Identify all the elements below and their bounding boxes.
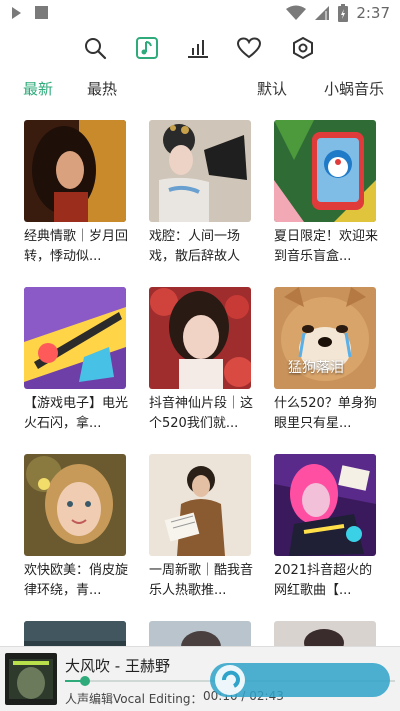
playlist-cover	[24, 287, 126, 389]
battery-icon	[338, 4, 349, 22]
category-tabs: 最新 最热 默认 小蜗音乐	[0, 70, 400, 106]
top-icon-bar	[0, 28, 400, 68]
tab-latest[interactable]: 最新	[23, 78, 53, 99]
heart-icon[interactable]	[235, 34, 263, 62]
playlist-cover	[149, 120, 251, 222]
playlist-card[interactable]: 抖音神仙片段｜这个520我们就...	[149, 287, 254, 434]
watermark-logo	[210, 663, 390, 697]
mini-player[interactable]: 大风吹 - 王赫野 人声编辑Vocal Editing： 00:10 / 02:…	[0, 646, 400, 711]
wifi-icon	[286, 5, 307, 20]
playlist-cover	[24, 120, 126, 222]
playlist-title: 抖音神仙片段｜这个520我们就...	[149, 396, 254, 431]
play-notification-icon	[12, 6, 21, 19]
bar-chart-icon[interactable]	[184, 34, 212, 62]
clock: 2:37	[356, 4, 390, 22]
stop-notification-icon	[35, 6, 48, 19]
now-playing-lyric: 人声编辑Vocal Editing：	[65, 692, 203, 706]
playlist-title: 欢快欧美：俏皮旋律环绕，青...	[24, 563, 129, 598]
now-playing-title: 大风吹 - 王赫野	[65, 657, 170, 675]
playlist-title: 经典情歌｜岁月回转，悸动似...	[24, 229, 129, 264]
playlist-title: 什么520？单身狗眼里只有星...	[274, 396, 377, 431]
hexagon-settings-icon[interactable]	[289, 34, 317, 62]
music-note-icon[interactable]	[133, 34, 161, 62]
playlist-cover	[274, 454, 376, 556]
playlist-cover	[149, 287, 251, 389]
now-playing-cover[interactable]	[5, 653, 57, 705]
tab-xiaowo-music[interactable]: 小蜗音乐	[324, 78, 384, 99]
playlist-card[interactable]: 经典情歌｜岁月回转，悸动似...	[24, 120, 129, 267]
status-bar: 2:37	[0, 0, 400, 28]
playlist-title: 戏腔：人间一场戏，散后辞故人	[149, 229, 241, 264]
playlist-cover	[274, 120, 376, 222]
playlist-card[interactable]: 猛狗落泪 什么520？单身狗眼里只有星...	[274, 287, 377, 434]
playlist-card[interactable]: 欢快欧美：俏皮旋律环绕，青...	[24, 454, 129, 601]
signal-icon	[315, 6, 330, 20]
playlist-title: 2021抖音超火的网红歌曲【...	[274, 563, 373, 598]
playlist-title: 一周新歌｜酷我音乐人热歌推...	[149, 563, 254, 598]
progress-thumb[interactable]	[80, 676, 90, 686]
playlist-cover	[149, 454, 251, 556]
playlist-card[interactable]: 戏腔：人间一场戏，散后辞故人	[149, 120, 251, 267]
playlist-cover	[24, 454, 126, 556]
playlist-card[interactable]: 2021抖音超火的网红歌曲【...	[274, 454, 376, 601]
tab-default[interactable]: 默认	[257, 78, 287, 99]
playlist-title: 夏日限定！欢迎来到音乐盲盒...	[274, 229, 379, 264]
playlist-cover: 猛狗落泪	[274, 287, 376, 389]
search-icon[interactable]	[81, 34, 109, 62]
playlist-card[interactable]: 一周新歌｜酷我音乐人热歌推...	[149, 454, 254, 601]
playlist-card[interactable]: 夏日限定！欢迎来到音乐盲盒...	[274, 120, 379, 267]
tab-hottest[interactable]: 最热	[87, 78, 117, 99]
cover-caption: 猛狗落泪	[288, 360, 344, 376]
playlist-card[interactable]: 【游戏电子】电光火石闪，拿...	[24, 287, 129, 434]
playlist-title: 【游戏电子】电光火石闪，拿...	[24, 396, 129, 431]
